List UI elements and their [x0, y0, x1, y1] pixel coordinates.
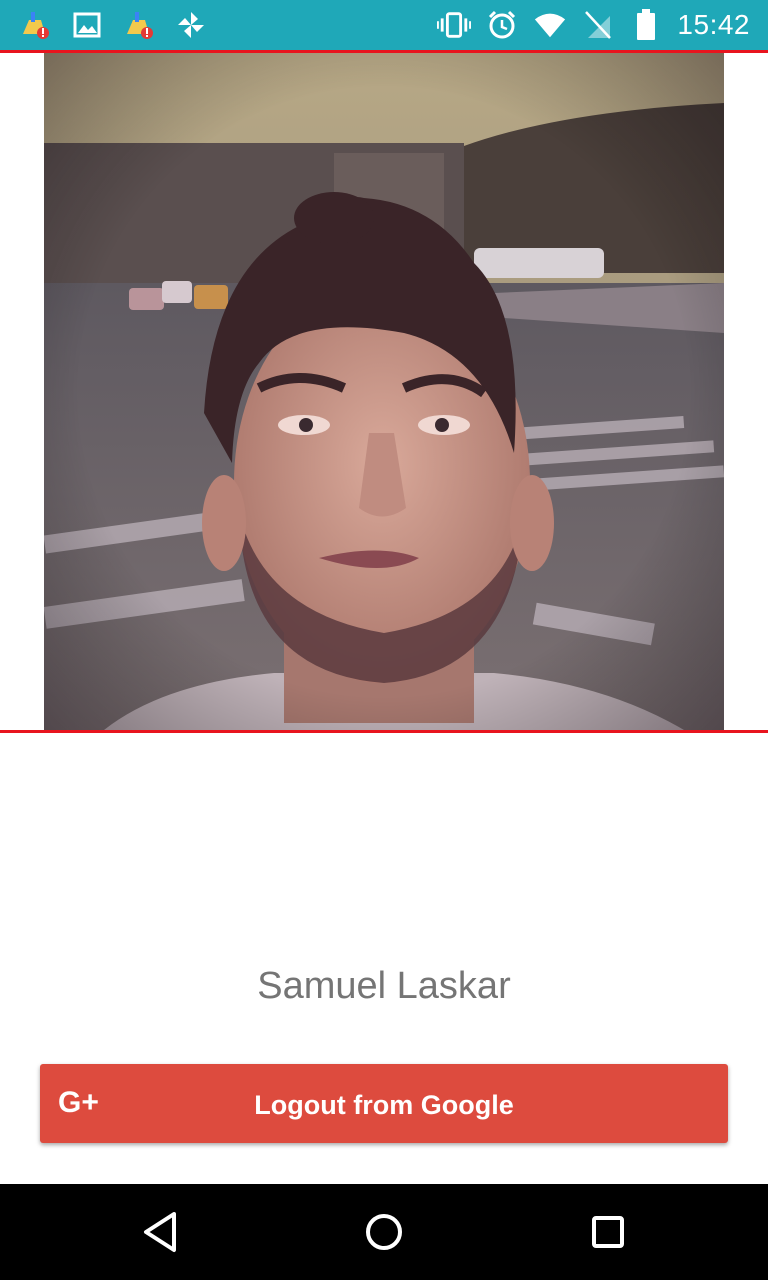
status-time: 15:42 — [677, 9, 750, 40]
recents-button[interactable] — [578, 1202, 638, 1262]
recents-square-icon — [592, 1216, 624, 1248]
vibrate-icon — [437, 10, 472, 40]
pinwheel-icon — [174, 10, 208, 40]
navigation-bar — [0, 1184, 768, 1280]
home-circle-icon — [366, 1214, 402, 1250]
back-triangle-icon — [144, 1212, 176, 1252]
wifi-icon — [533, 10, 567, 40]
battery-icon — [629, 9, 663, 40]
logout-google-button[interactable]: G+ Logout from Google — [40, 1064, 728, 1143]
home-button[interactable] — [354, 1202, 414, 1262]
logout-button-label: Logout from Google — [254, 1090, 514, 1120]
profile-photo — [44, 53, 724, 730]
back-button[interactable] — [130, 1202, 190, 1262]
status-bar: 15:42 — [0, 0, 768, 50]
cleaner-alert-icon — [18, 10, 52, 40]
image-icon — [70, 10, 104, 40]
alarm-icon — [485, 10, 519, 40]
cleaner-alert-icon — [122, 10, 156, 40]
profile-name: Samuel Laskar — [257, 965, 511, 1007]
no-sim-icon — [581, 10, 615, 40]
divider-bottom — [0, 730, 768, 733]
